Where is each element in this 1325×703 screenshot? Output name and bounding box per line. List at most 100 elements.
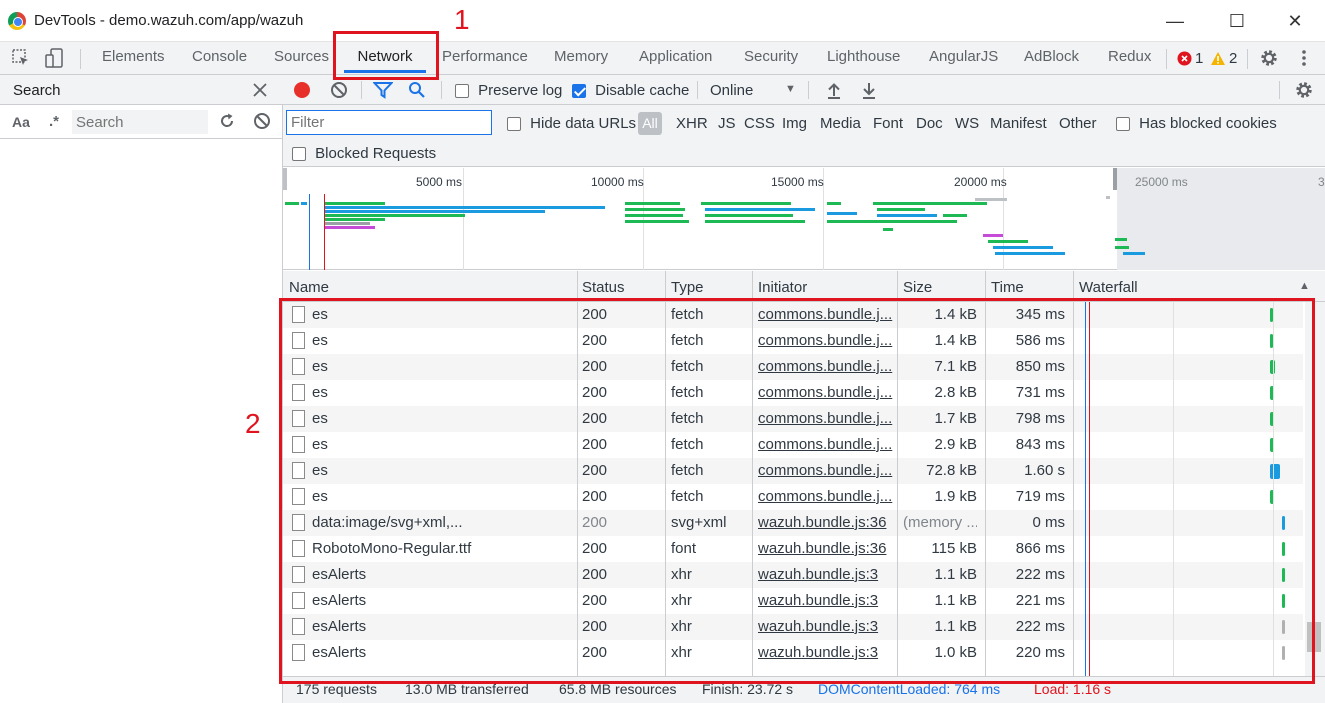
filter-type-manifest[interactable]: Manifest <box>990 115 1047 132</box>
overview-left-handle[interactable] <box>283 168 287 190</box>
filter-type-media[interactable]: Media <box>820 115 861 132</box>
toolbar-divider <box>1279 81 1280 99</box>
more-options-icon[interactable] <box>1297 48 1311 68</box>
network-overview-timeline[interactable]: 5000 ms 10000 ms 15000 ms 20000 ms 25000… <box>283 168 1325 270</box>
has-blocked-cookies-checkbox[interactable] <box>1116 117 1130 132</box>
clear-log-icon[interactable] <box>330 81 348 99</box>
filter-type-doc[interactable]: Doc <box>916 115 943 132</box>
tab-performance[interactable]: Performance <box>440 42 530 75</box>
error-count: 1 <box>1195 50 1204 67</box>
disable-cache-option[interactable]: Disable cache <box>572 82 689 99</box>
overview-activity-bar <box>325 218 385 221</box>
settings-gear-icon[interactable] <box>1259 48 1279 68</box>
error-icon <box>1177 51 1192 66</box>
preserve-log-label: Preserve log <box>478 82 563 99</box>
regex-button[interactable]: .* <box>49 113 59 130</box>
hide-data-urls-option[interactable]: Hide data URLs <box>507 115 636 132</box>
filter-type-js[interactable]: JS <box>718 115 736 132</box>
overview-activity-bar <box>625 220 689 223</box>
clear-search-icon[interactable] <box>253 112 271 130</box>
column-header-size[interactable]: Size <box>903 279 932 296</box>
filter-type-css[interactable]: CSS <box>744 115 775 132</box>
overview-activity-bar <box>705 220 805 223</box>
overview-activity-bar <box>705 214 793 217</box>
device-toolbar-icon[interactable] <box>44 47 66 69</box>
tab-security[interactable]: Security <box>742 42 800 75</box>
filter-type-font[interactable]: Font <box>873 115 903 132</box>
filter-type-ws[interactable]: WS <box>955 115 979 132</box>
tab-application[interactable]: Application <box>637 42 714 75</box>
tab-elements[interactable]: Elements <box>100 42 167 75</box>
overview-right-handle[interactable] <box>1113 168 1117 190</box>
overview-activity-bar <box>1115 246 1129 249</box>
filter-input[interactable] <box>286 110 492 135</box>
tab-console[interactable]: Console <box>190 42 249 75</box>
filter-type-img[interactable]: Img <box>782 115 807 132</box>
minimize-button[interactable]: — <box>1155 8 1195 34</box>
column-header-name[interactable]: Name <box>289 279 329 296</box>
overview-activity-bar <box>701 202 791 205</box>
overview-activity-bar <box>975 198 1007 201</box>
network-settings-gear-icon[interactable] <box>1294 80 1314 100</box>
tab-angularjs[interactable]: AngularJS <box>927 42 1000 75</box>
overview-activity-bar <box>301 202 307 205</box>
preserve-log-option[interactable]: Preserve log <box>455 82 562 99</box>
overview-activity-bar <box>883 228 893 231</box>
disable-cache-checkbox[interactable] <box>572 84 586 99</box>
throttling-select[interactable]: Online ▼ <box>709 75 799 105</box>
overview-activity-bar <box>983 234 1003 237</box>
search-icon[interactable] <box>408 81 426 99</box>
tab-redux[interactable]: Redux <box>1106 42 1153 75</box>
sort-ascending-icon: ▲ <box>1299 280 1310 292</box>
issues-counter[interactable]: 1 2 <box>1177 49 1239 69</box>
column-header-time[interactable]: Time <box>991 279 1024 296</box>
overview-activity-bar <box>325 206 605 209</box>
column-header-status[interactable]: Status <box>582 279 625 296</box>
filter-funnel-icon[interactable] <box>373 81 393 99</box>
column-header-type[interactable]: Type <box>671 279 704 296</box>
devtools-tab-bar: Elements Console Sources Network Perform… <box>0 42 1325 75</box>
overview-activity-bar <box>625 202 680 205</box>
window-title-bar: DevTools - demo.wazuh.com/app/wazuh — ☐ … <box>0 0 1325 42</box>
preserve-log-checkbox[interactable] <box>455 84 469 99</box>
overview-activity-bar <box>827 212 857 215</box>
overview-activity-bar <box>943 214 967 217</box>
toolbar-divider <box>441 81 442 99</box>
filter-type-xhr[interactable]: XHR <box>676 115 708 132</box>
search-input[interactable] <box>72 110 208 134</box>
filter-type-other[interactable]: Other <box>1059 115 1097 132</box>
hide-data-urls-checkbox[interactable] <box>507 117 521 132</box>
refresh-icon[interactable] <box>218 112 236 130</box>
close-window-button[interactable]: ✕ <box>1275 8 1315 34</box>
column-header-waterfall[interactable]: Waterfall <box>1079 279 1138 296</box>
tabbar-divider <box>1247 49 1248 69</box>
close-search-icon[interactable] <box>253 83 267 97</box>
tab-sources[interactable]: Sources <box>272 42 331 75</box>
has-blocked-cookies-option[interactable]: Has blocked cookies <box>1116 115 1277 132</box>
import-har-icon[interactable] <box>826 81 842 99</box>
maximize-button[interactable]: ☐ <box>1217 8 1257 34</box>
export-har-icon[interactable] <box>861 81 877 99</box>
toolbar-divider <box>808 81 809 99</box>
tabbar-divider <box>80 49 81 69</box>
domcontentloaded-marker <box>309 194 310 270</box>
overview-activity-bar <box>325 202 385 205</box>
filter-type-all[interactable]: All <box>638 112 662 135</box>
overview-activity-bar <box>705 208 815 211</box>
overview-tick-label: 5000 ms <box>416 175 463 189</box>
tab-memory[interactable]: Memory <box>552 42 610 75</box>
overview-tick-label: 15000 ms <box>771 175 824 189</box>
record-button[interactable] <box>294 82 310 98</box>
search-pane-header: Search <box>0 75 283 105</box>
tab-adblock[interactable]: AdBlock <box>1022 42 1081 75</box>
match-case-button[interactable]: Aa <box>12 114 30 130</box>
overview-activity-bar <box>988 240 1028 243</box>
dropdown-arrow-icon: ▼ <box>785 83 796 95</box>
column-header-initiator[interactable]: Initiator <box>758 279 807 296</box>
filter-bar: Hide data URLs All XHR JS CSS Img Media … <box>283 105 1325 167</box>
overview-activity-bar <box>827 202 841 205</box>
inspect-element-icon[interactable] <box>10 47 32 69</box>
blocked-requests-option[interactable]: Blocked Requests <box>292 145 436 162</box>
tab-lighthouse[interactable]: Lighthouse <box>825 42 902 75</box>
blocked-requests-checkbox[interactable] <box>292 147 306 162</box>
